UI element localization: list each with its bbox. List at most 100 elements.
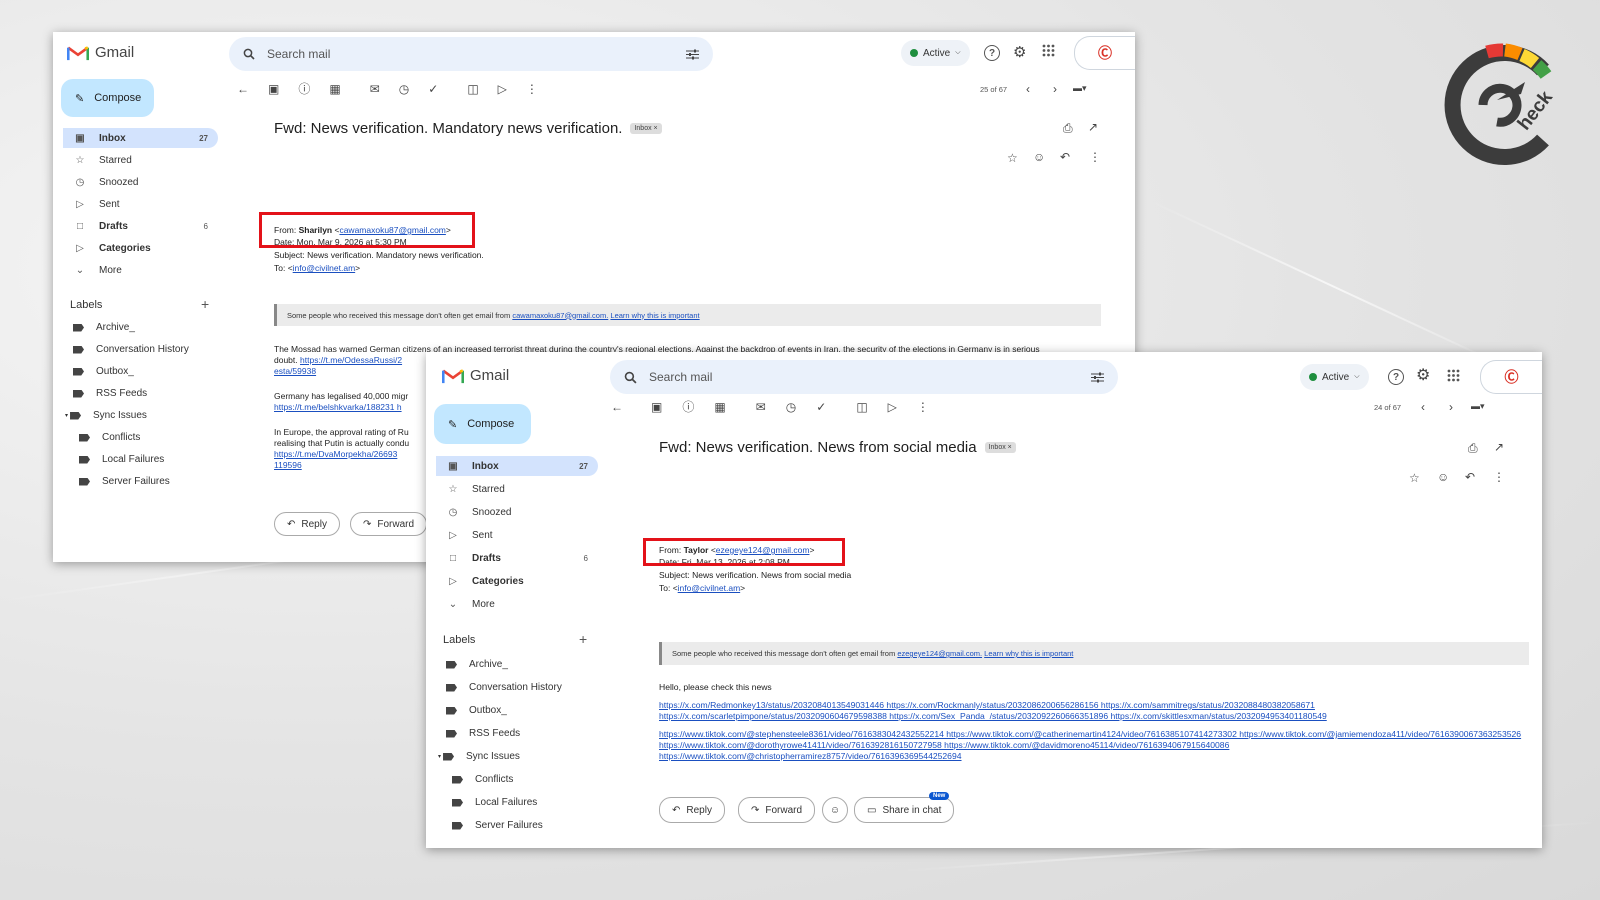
search-input[interactable]: Search mail bbox=[267, 47, 674, 61]
more-vert-icon[interactable]: ⋮ bbox=[1089, 151, 1101, 163]
label-item[interactable]: Archive_ bbox=[446, 659, 508, 670]
label-item[interactable]: Conversation History bbox=[73, 344, 189, 355]
search-options-icon[interactable] bbox=[686, 49, 699, 60]
warning-email-link[interactable]: ezegeye124@gmail.com. bbox=[897, 649, 982, 658]
body-link[interactable]: https://t.me/belshkvarka/188231 h bbox=[274, 402, 402, 412]
back-arrow-icon[interactable]: ← bbox=[611, 401, 623, 413]
more-vert-icon[interactable]: ⋮ bbox=[1493, 471, 1505, 483]
label-icon[interactable]: ▷ bbox=[888, 401, 897, 413]
prev-icon[interactable]: ‹ bbox=[1026, 83, 1030, 95]
to-email-link[interactable]: info@civilnet.am bbox=[293, 263, 355, 273]
compose-button[interactable]: ✎ Compose bbox=[434, 404, 531, 444]
label-item[interactable]: RSS Feeds bbox=[73, 388, 147, 399]
label-item[interactable]: ▾ Sync Issues bbox=[438, 751, 520, 762]
reply-icon[interactable]: ↶ bbox=[1060, 151, 1070, 163]
next-icon[interactable]: › bbox=[1449, 401, 1453, 413]
emoji-icon[interactable]: ☺ bbox=[1437, 471, 1449, 483]
delete-icon[interactable]: ▦ bbox=[329, 83, 340, 95]
status-pill[interactable]: Active ⌵ bbox=[901, 40, 970, 66]
body-link[interactable]: https://x.com/Redmonkey13/status/2032084… bbox=[659, 700, 1327, 721]
body-link[interactable]: https://www.tiktok.com/@stephensteele836… bbox=[659, 729, 1521, 761]
apps-grid-icon[interactable] bbox=[1042, 44, 1055, 57]
print-icon[interactable]: ⎙ bbox=[1063, 122, 1073, 134]
account-pill[interactable]: Ⓒ bbox=[1074, 36, 1135, 70]
move-to-icon[interactable]: ◫ bbox=[467, 83, 478, 95]
search-bar[interactable]: Search mail bbox=[229, 37, 713, 71]
star-icon[interactable]: ☆ bbox=[1409, 472, 1420, 484]
label-item[interactable]: Archive_ bbox=[73, 322, 135, 333]
emoji-react-button[interactable]: ☺ bbox=[822, 797, 848, 823]
search-icon[interactable] bbox=[243, 48, 255, 60]
nav-starred[interactable]: ☆ Starred bbox=[436, 479, 598, 499]
search-icon[interactable] bbox=[624, 371, 637, 384]
nav-snoozed[interactable]: ◷ Snoozed bbox=[436, 502, 598, 522]
nav-sent[interactable]: ▷ Sent bbox=[436, 525, 598, 545]
apps-grid-icon[interactable] bbox=[1447, 369, 1460, 382]
next-icon[interactable]: › bbox=[1053, 83, 1057, 95]
nav-more[interactable]: ⌄ More bbox=[436, 594, 598, 614]
add-task-icon[interactable]: ✓ bbox=[428, 83, 438, 95]
to-email-link[interactable]: info@civilnet.am bbox=[678, 583, 740, 593]
archive-icon[interactable]: ▣ bbox=[651, 401, 662, 413]
label-item[interactable]: Outbox_ bbox=[73, 366, 134, 377]
keyboard-icon[interactable]: ▬▾ bbox=[1471, 402, 1485, 411]
body-link[interactable]: https://t.me/DvaMorpekha/26693 bbox=[274, 449, 397, 459]
nav-more[interactable]: ⌄ More bbox=[63, 260, 218, 280]
search-options-icon[interactable] bbox=[1091, 372, 1104, 383]
nav-drafts[interactable]: □ Drafts 6 bbox=[63, 216, 218, 236]
prev-icon[interactable]: ‹ bbox=[1421, 401, 1425, 413]
nav-drafts[interactable]: □ Drafts 6 bbox=[436, 548, 598, 568]
label-item[interactable]: Outbox_ bbox=[446, 705, 507, 716]
more-vert-icon[interactable]: ⋮ bbox=[526, 83, 538, 95]
forward-button[interactable]: ↷ Forward bbox=[350, 512, 428, 536]
nav-categories[interactable]: ▷ Categories bbox=[436, 571, 598, 591]
help-icon[interactable]: ? bbox=[984, 45, 1000, 61]
body-link[interactable]: https://t.me/OdessaRussi/2 bbox=[300, 355, 402, 365]
label-icon[interactable]: ▷ bbox=[498, 83, 507, 95]
archive-icon[interactable]: ▣ bbox=[268, 83, 279, 95]
report-spam-icon[interactable]: ⓘ bbox=[298, 83, 310, 95]
add-label-icon[interactable]: + bbox=[201, 296, 209, 312]
body-link[interactable]: esta/59938 bbox=[274, 366, 316, 376]
label-item[interactable]: Server Failures bbox=[79, 476, 170, 487]
star-icon[interactable]: ☆ bbox=[1007, 152, 1018, 164]
gmail-logo[interactable]: Gmail bbox=[67, 44, 134, 61]
share-in-chat-button[interactable]: ▭ Share in chat bbox=[854, 797, 955, 823]
snooze-icon[interactable]: ◷ bbox=[786, 401, 796, 413]
label-item[interactable]: Local Failures bbox=[452, 797, 537, 808]
label-item[interactable]: ▾ Sync Issues bbox=[65, 410, 147, 421]
inbox-chip[interactable]: Inbox × bbox=[630, 123, 662, 134]
delete-icon[interactable]: ▦ bbox=[714, 401, 725, 413]
warning-email-link[interactable]: cawamaxoku87@gmail.com. bbox=[512, 311, 608, 320]
search-bar[interactable]: Search mail bbox=[610, 360, 1118, 394]
label-item[interactable]: Conflicts bbox=[452, 774, 513, 785]
open-new-window-icon[interactable]: ↗ bbox=[1494, 441, 1504, 453]
compose-button[interactable]: ✎ Compose bbox=[61, 79, 154, 117]
add-task-icon[interactable]: ✓ bbox=[816, 401, 826, 413]
nav-sent[interactable]: ▷ Sent bbox=[63, 194, 218, 214]
add-label-icon[interactable]: + bbox=[579, 631, 587, 647]
search-input[interactable]: Search mail bbox=[649, 370, 1079, 384]
settings-gear-icon[interactable]: ⚙ bbox=[1416, 368, 1430, 384]
nav-inbox[interactable]: ▣ Inbox 27 bbox=[63, 128, 218, 148]
label-item[interactable]: Server Failures bbox=[452, 820, 543, 831]
back-arrow-icon[interactable]: ← bbox=[237, 83, 249, 95]
label-item[interactable]: Conflicts bbox=[79, 432, 140, 443]
nav-starred[interactable]: ☆ Starred bbox=[63, 150, 218, 170]
label-item[interactable]: Local Failures bbox=[79, 454, 164, 465]
reply-button[interactable]: ↶ Reply bbox=[659, 797, 725, 823]
print-icon[interactable]: ⎙ bbox=[1468, 442, 1478, 454]
gmail-logo[interactable]: Gmail bbox=[442, 367, 509, 384]
inbox-chip[interactable]: Inbox × bbox=[984, 442, 1016, 453]
body-link[interactable]: 119596 bbox=[274, 460, 302, 470]
nav-snoozed[interactable]: ◷ Snoozed bbox=[63, 172, 218, 192]
mark-unread-icon[interactable]: ✉ bbox=[756, 401, 766, 413]
emoji-icon[interactable]: ☺ bbox=[1033, 151, 1045, 163]
more-vert-icon[interactable]: ⋮ bbox=[917, 401, 929, 413]
label-item[interactable]: Conversation History bbox=[446, 682, 562, 693]
learn-why-link[interactable]: Learn why this is important bbox=[610, 311, 699, 320]
learn-why-link[interactable]: Learn why this is important bbox=[984, 649, 1073, 658]
help-icon[interactable]: ? bbox=[1388, 369, 1404, 385]
nav-inbox[interactable]: ▣ Inbox 27 bbox=[436, 456, 598, 476]
report-spam-icon[interactable]: ⓘ bbox=[682, 401, 694, 413]
